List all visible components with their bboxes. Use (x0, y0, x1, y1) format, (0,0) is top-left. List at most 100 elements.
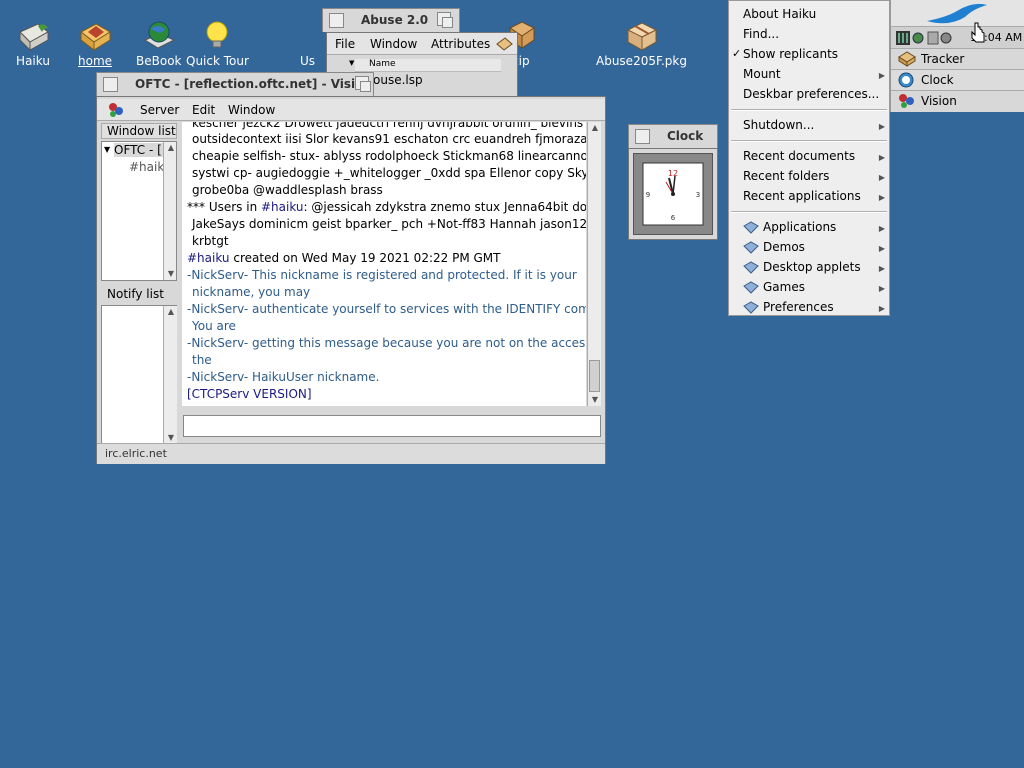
scroll-up-arrow-icon[interactable]: ▲ (588, 122, 602, 134)
chat-log[interactable]: kescher jezck2 Drowett jadedctrl rennj d… (182, 122, 586, 406)
chat-log-scrollbar[interactable]: ▲ ▼ (587, 122, 601, 406)
menu-preferences[interactable]: Preferences (763, 300, 834, 314)
notify-list[interactable]: ▲ ▼ (101, 305, 177, 445)
menu-show-replicants[interactable]: Show replicants (743, 47, 838, 61)
abuse-menu-attributes[interactable]: Attributes (431, 37, 490, 51)
menu-recent-documents[interactable]: Recent documents (743, 149, 855, 163)
desktop-icon-us[interactable]: Us (300, 54, 315, 68)
abuse-file-item[interactable]: ouse.lsp (373, 73, 423, 87)
log-line: outsidecontext iisi Slor kevans91 eschat… (192, 132, 586, 146)
desktop-icon-haiku[interactable]: Haiku (16, 20, 50, 68)
globe-book-icon (143, 21, 175, 49)
desktop-icon-bebook[interactable]: BeBook (136, 20, 181, 68)
menu-mount[interactable]: Mount (743, 67, 781, 81)
menu-applications[interactable]: Applications (763, 220, 836, 234)
nickserv-line: You are (192, 319, 236, 333)
window-list-scrollbar[interactable]: ▲ ▼ (163, 142, 176, 280)
message-input[interactable] (183, 415, 601, 437)
scroll-down-arrow-icon[interactable]: ▼ (588, 394, 602, 406)
clock-frame: 12 3 6 9 (633, 153, 713, 235)
menu-desktop-applets[interactable]: Desktop applets (763, 260, 861, 274)
running-app-label: Vision (921, 94, 957, 108)
desktop-icon-abuse-pkg[interactable]: Abuse205F.pkg (596, 20, 687, 68)
notify-list-label: Notify list (107, 287, 164, 301)
clock-window-title: Clock (667, 129, 704, 143)
tracker-menu-icon[interactable] (495, 36, 513, 52)
menu-recent-folders[interactable]: Recent folders (743, 169, 829, 183)
scroll-thumb[interactable] (589, 360, 600, 392)
clock-close-button[interactable] (635, 129, 650, 144)
users-list: : @jessicah zdykstra znemo stux Jenna64b… (303, 200, 586, 214)
vision-zoom-button[interactable] (355, 76, 371, 92)
menu-separator (731, 109, 887, 111)
nickserv-line: -NickServ- authenticate yourself to serv… (187, 302, 586, 316)
deskbar-leaf-button[interactable] (891, 0, 1024, 26)
games-folder-icon (743, 281, 759, 294)
vision-window-tab[interactable]: OFTC - [reflection.oftc.net] - Vision (96, 72, 374, 96)
vision-app-icon[interactable] (107, 101, 125, 119)
running-app-vision[interactable]: Vision (891, 90, 1024, 111)
submenu-arrow-icon: ▶ (878, 122, 885, 131)
submenu-arrow-icon: ▶ (878, 224, 885, 233)
vision-menu-window[interactable]: Window (228, 103, 275, 117)
abuse-menu-file[interactable]: File (335, 37, 355, 51)
clock-window-tab[interactable]: Clock (628, 124, 718, 148)
preferences-folder-icon (743, 301, 759, 314)
applications-folder-icon (743, 221, 759, 234)
menu-shutdown[interactable]: Shutdown... (743, 118, 814, 132)
running-app-clock[interactable]: Clock (891, 69, 1024, 90)
channel-link[interactable]: #haiku (187, 251, 230, 265)
menu-deskbar-preferences[interactable]: Deskbar preferences... (743, 87, 879, 101)
column-name-label: Name (369, 59, 396, 69)
demos-folder-icon (743, 241, 759, 254)
channel-link[interactable]: #haiku (261, 200, 304, 214)
log-line: grobe0ba @waddlesplash brass (192, 183, 383, 197)
abuse-zoom-button[interactable] (437, 12, 453, 28)
window-list-label: Window list (101, 123, 177, 139)
abuse-menu-window[interactable]: Window (370, 37, 417, 51)
menu-recent-applications[interactable]: Recent applications (743, 189, 861, 203)
tray-replicant-icons[interactable] (896, 30, 954, 46)
desktop-applets-folder-icon (743, 261, 759, 274)
home-folder-icon (80, 23, 111, 52)
log-line: kescher jezck2 Drowett jadedctrl rennj d… (192, 122, 584, 130)
running-app-tracker[interactable]: Tracker (891, 48, 1024, 69)
users-line: *** Users in #haiku: @jessicah zdykstra … (187, 200, 586, 214)
vision-close-button[interactable] (103, 77, 118, 92)
package-icon (627, 22, 658, 51)
submenu-arrow-icon: ▶ (878, 244, 885, 253)
window-list[interactable]: ▼ OFTC - [ #haiku ▲ ▼ (101, 141, 177, 281)
submenu-arrow-icon: ▶ (878, 71, 885, 80)
abuse-window-tab[interactable]: Abuse 2.0 (322, 8, 460, 32)
nickserv-line: -NickServ- getting this message because … (187, 336, 586, 350)
desktop-icon-quick-tour[interactable]: Quick Tour (186, 20, 249, 68)
vision-menubar: Server Edit Window (97, 99, 605, 121)
clock-numeral-9: 9 (646, 191, 650, 199)
scroll-down-arrow-icon[interactable]: ▼ (164, 268, 176, 280)
tracker-icon (898, 51, 916, 67)
notify-list-scrollbar[interactable]: ▲ ▼ (163, 306, 177, 444)
scroll-up-arrow-icon[interactable]: ▲ (164, 142, 176, 154)
abuse-close-button[interactable] (329, 13, 344, 28)
expand-arrow-icon[interactable]: ▼ (104, 145, 110, 154)
menu-demos[interactable]: Demos (763, 240, 805, 254)
nickserv-line: nickname, you may (192, 285, 311, 299)
abuse-menubar: File Window Attributes (327, 33, 517, 55)
deskbar: 11:04 AM Tracker Clock Vision (890, 0, 1024, 112)
scroll-up-arrow-icon[interactable]: ▲ (164, 306, 178, 318)
created-text: created on Wed May 19 2021 02:22 PM GMT (229, 251, 501, 265)
check-mark-icon: ✓ (732, 47, 742, 60)
menu-find[interactable]: Find... (743, 27, 779, 41)
vision-menu-server[interactable]: Server (140, 103, 179, 117)
log-line: JakeSays dominicm geist bparker_ pch +No… (192, 217, 586, 231)
menu-games[interactable]: Games (763, 280, 805, 294)
desktop-icon-label: BeBook (136, 54, 182, 68)
menu-about-haiku[interactable]: About Haiku (743, 7, 816, 21)
vision-menu-edit[interactable]: Edit (192, 103, 215, 117)
abuse-column-header[interactable]: ▼ Name (349, 59, 501, 72)
submenu-arrow-icon: ▶ (878, 153, 885, 162)
submenu-arrow-icon: ▶ (878, 304, 885, 313)
desktop-icon-home[interactable]: home (78, 20, 112, 68)
window-list-server-item[interactable]: OFTC - [ (114, 143, 164, 157)
clock-window: 12 3 6 9 (628, 148, 718, 240)
